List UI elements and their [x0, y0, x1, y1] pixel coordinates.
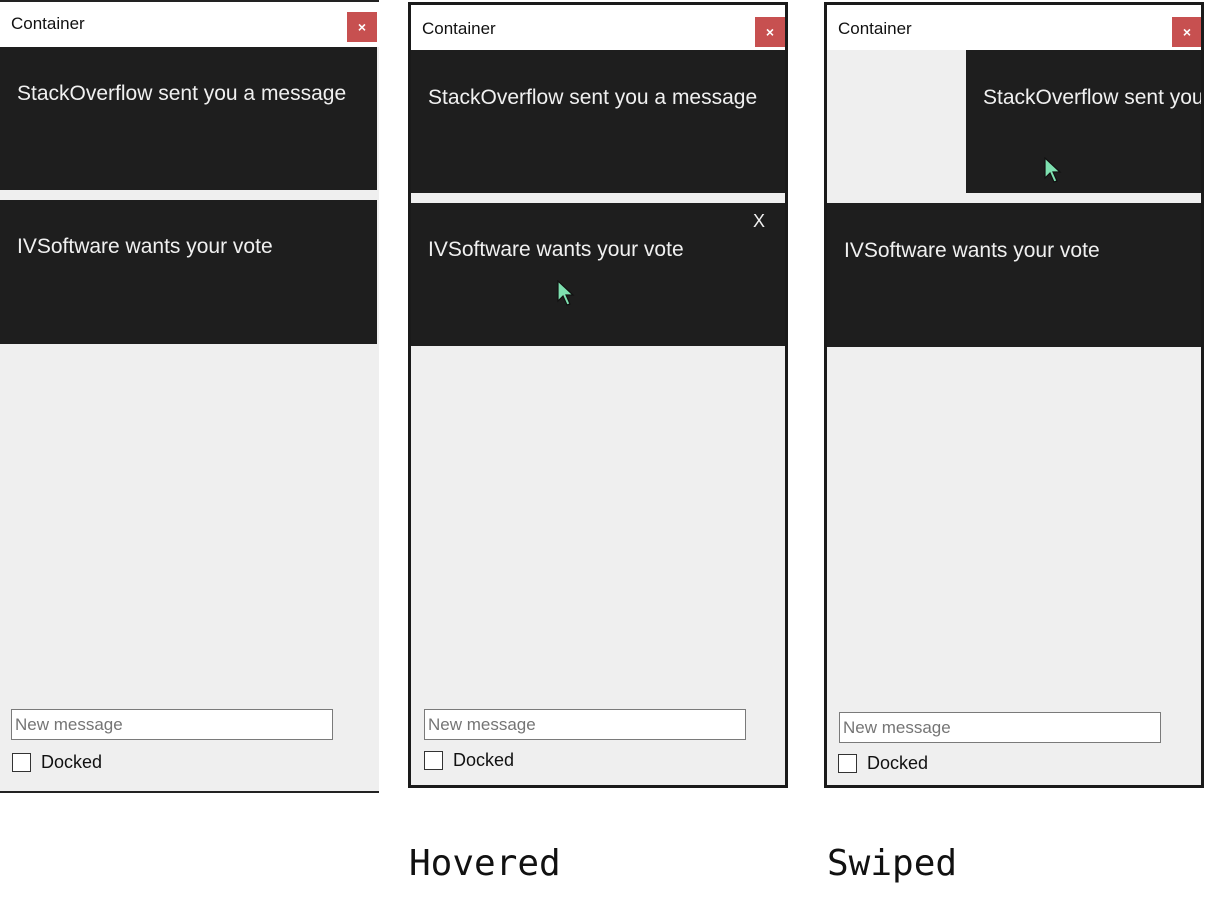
docked-checkbox[interactable]	[838, 754, 857, 773]
notification-text: StackOverflow sent you a message	[983, 86, 1201, 109]
close-button[interactable]: ×	[347, 12, 377, 42]
window-title: Container	[422, 19, 496, 38]
new-message-input[interactable]	[11, 709, 333, 740]
docked-label: Docked	[453, 750, 515, 770]
docked-checkbox[interactable]	[12, 753, 31, 772]
close-icon: ×	[765, 24, 775, 40]
title-bar: Container ×	[0, 2, 379, 47]
docked-label: Docked	[41, 752, 103, 772]
container-window-default: Container × StackOverflow sent you a mes…	[0, 0, 379, 793]
docked-label: Docked	[867, 753, 929, 773]
notification-text: IVSoftware wants your vote	[428, 238, 684, 261]
new-message-input[interactable]	[424, 709, 746, 740]
mouse-cursor-icon	[1044, 157, 1062, 183]
close-button[interactable]: ×	[1172, 17, 1201, 47]
window-title: Container	[11, 14, 85, 33]
notification-card[interactable]: IVSoftware wants your vote	[827, 203, 1201, 347]
docked-checkbox-row[interactable]: Docked	[838, 753, 928, 774]
close-icon: ×	[357, 19, 367, 35]
notification-card-hovered[interactable]: X IVSoftware wants your vote	[411, 203, 785, 346]
notification-text: StackOverflow sent you a message	[428, 86, 758, 109]
notification-text: IVSoftware wants your vote	[844, 239, 1100, 262]
notification-card[interactable]: IVSoftware wants your vote	[0, 200, 377, 344]
close-icon: ×	[1182, 24, 1192, 40]
notification-card[interactable]: StackOverflow sent you a message	[411, 50, 785, 193]
docked-checkbox[interactable]	[424, 751, 443, 770]
window-title: Container	[838, 19, 912, 38]
close-button[interactable]: ×	[755, 17, 785, 47]
title-bar: Container ×	[827, 5, 1201, 50]
container-window-hovered: Container × StackOverflow sent you a mes…	[408, 2, 788, 788]
notification-card[interactable]: StackOverflow sent you a message	[0, 47, 377, 190]
docked-checkbox-row[interactable]: Docked	[424, 750, 514, 771]
mouse-cursor-icon	[557, 280, 575, 306]
docked-checkbox-row[interactable]: Docked	[12, 752, 102, 773]
notification-card-swiping[interactable]: StackOverflow sent you a message	[966, 50, 1201, 193]
caption-swiped: Swiped	[827, 843, 958, 884]
dismiss-button[interactable]: X	[753, 211, 765, 232]
title-bar: Container ×	[411, 5, 785, 50]
notification-text: IVSoftware wants your vote	[17, 235, 273, 258]
caption-hovered: Hovered	[409, 843, 561, 884]
new-message-input[interactable]	[839, 712, 1161, 743]
notification-text: StackOverflow sent you a message	[17, 82, 347, 105]
container-window-swiped: Container × StackOverflow sent you a mes…	[824, 2, 1204, 788]
